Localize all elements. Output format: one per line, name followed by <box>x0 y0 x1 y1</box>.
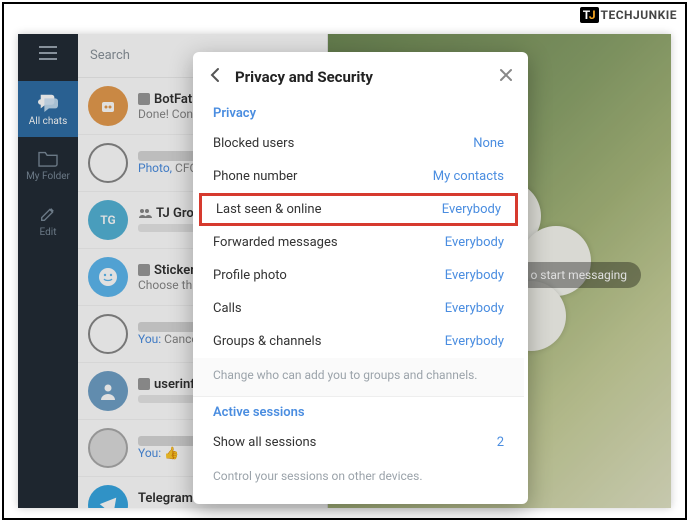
row-groups-channels[interactable]: Groups & channels Everybody <box>193 325 524 358</box>
row-value: My contacts <box>433 169 504 184</box>
row-label: Last seen & online <box>216 202 321 217</box>
arrow-left-icon <box>207 66 225 84</box>
row-calls[interactable]: Calls Everybody <box>193 292 524 325</box>
close-button[interactable] <box>498 67 514 87</box>
row-label: Show all sessions <box>213 435 316 450</box>
groups-hint: Change who can add you to groups and cha… <box>193 358 524 397</box>
row-label: Blocked users <box>213 136 294 151</box>
dialog-title: Privacy and Security <box>235 68 488 86</box>
dialog-body[interactable]: Privacy Blocked users None Phone number … <box>193 98 528 504</box>
row-value: None <box>473 136 504 151</box>
row-label: Phone number <box>213 169 297 184</box>
row-blocked-users[interactable]: Blocked users None <box>193 127 524 160</box>
telegram-app: All chats My Folder Edit Search <box>18 34 671 508</box>
row-phone-number[interactable]: Phone number My contacts <box>193 160 524 193</box>
row-value: Everybody <box>445 334 504 349</box>
close-icon <box>498 67 514 83</box>
sessions-hint: Control your sessions on other devices. <box>193 459 524 497</box>
active-sessions-title: Active sessions <box>193 397 524 426</box>
row-forwarded-messages[interactable]: Forwarded messages Everybody <box>193 226 524 259</box>
privacy-section-title: Privacy <box>193 98 524 127</box>
row-last-seen-online[interactable]: Last seen & online Everybody <box>199 193 518 226</box>
row-label: Profile photo <box>213 268 287 283</box>
row-label: Calls <box>213 301 242 316</box>
privacy-security-dialog: Privacy and Security Privacy Blocked use… <box>193 52 528 504</box>
row-profile-photo[interactable]: Profile photo Everybody <box>193 259 524 292</box>
row-value: Everybody <box>445 268 504 283</box>
row-show-all-sessions[interactable]: Show all sessions 2 <box>193 426 524 459</box>
row-value: Everybody <box>445 301 504 316</box>
row-label: Forwarded messages <box>213 235 338 250</box>
back-button[interactable] <box>207 66 225 88</box>
row-label: Groups & channels <box>213 334 321 349</box>
watermark: TJTECHJUNKIE <box>580 8 677 22</box>
row-value: Everybody <box>442 202 501 217</box>
row-value: Everybody <box>445 235 504 250</box>
row-value: 2 <box>497 435 504 450</box>
